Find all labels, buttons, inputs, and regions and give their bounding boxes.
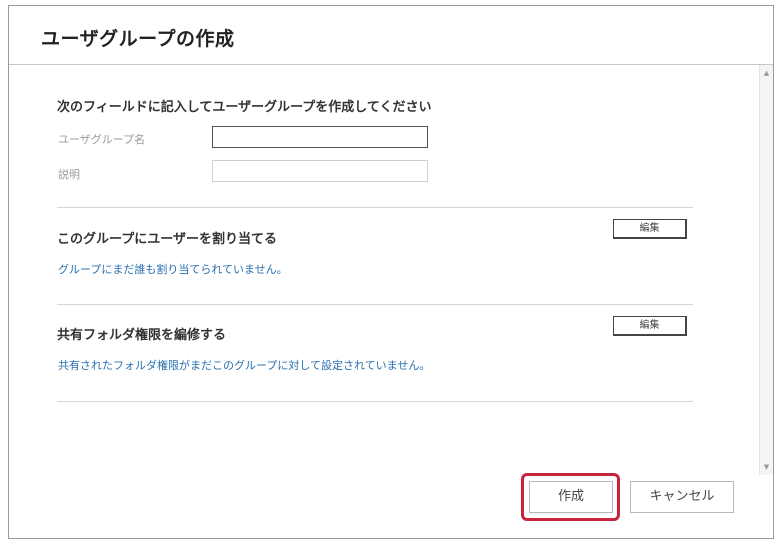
description-label: 説明 (58, 168, 80, 181)
dialog-title: ユーザグループの作成 (41, 28, 235, 50)
section-divider (57, 401, 693, 402)
assign-users-title: このグループにユーザーを割り当てる (57, 232, 277, 247)
section-divider (57, 304, 693, 305)
description-input[interactable] (212, 160, 428, 182)
scroll-up-icon[interactable]: ▲ (760, 67, 773, 79)
folder-permissions-status-link[interactable]: 共有されたフォルダ権限がまだこのグループに対して設定されていません。 (58, 357, 430, 373)
create-button-highlight (521, 473, 620, 521)
assign-users-edit-button[interactable]: 編集 (613, 219, 687, 239)
section-divider (57, 207, 693, 208)
vertical-scrollbar[interactable]: ▲ ▼ (759, 65, 773, 475)
group-name-input[interactable] (212, 126, 428, 148)
folder-permissions-edit-button[interactable]: 編集 (613, 316, 687, 336)
folder-permissions-title: 共有フォルダ権限を編修する (57, 328, 227, 343)
scroll-down-icon[interactable]: ▼ (760, 461, 773, 473)
assign-users-status-link[interactable]: グループにまだ誰も割り当てられていません。 (58, 261, 288, 277)
form-instructions: 次のフィールドに記入してユーザーグループを作成してください (57, 100, 432, 115)
cancel-button[interactable]: キャンセル (630, 481, 734, 513)
group-name-label: ユーザグループ名 (58, 133, 146, 146)
